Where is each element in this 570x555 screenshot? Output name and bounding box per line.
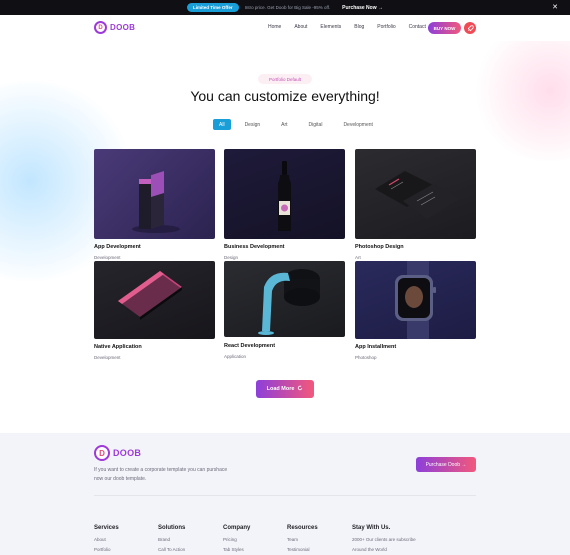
portfolio-image-business-development[interactable] (224, 149, 345, 239)
card-title[interactable]: App Development (94, 244, 141, 250)
footer-link[interactable]: Portfolio (94, 547, 119, 552)
footer-column-solutions: Solutions Brand Call To Action (158, 525, 185, 555)
card-title[interactable]: Business Development (224, 244, 285, 250)
footer-link[interactable]: Brand (158, 537, 185, 542)
footer-column-company: Company Pricing Tab Styles (223, 525, 250, 555)
purchase-doob-button[interactable]: Purchase Doob → (416, 457, 476, 472)
portfolio-image-app-development[interactable] (94, 149, 215, 239)
section-title: You can customize everything! (190, 88, 380, 104)
promo-bar: Limited Time Offer Intro price. Get Doob… (0, 0, 570, 15)
nav-item-portfolio[interactable]: Portfolio (377, 24, 395, 30)
footer-column-resources: Resources Team Testimonial (287, 525, 318, 555)
card-category: Art (355, 255, 361, 260)
filter-all[interactable]: All (213, 119, 231, 130)
footer-column-stay-with-us: Stay With Us. 2000+ Our clients are subs… (352, 525, 416, 555)
column-title: Resources (287, 525, 318, 531)
card-title[interactable]: Native Application (94, 344, 142, 350)
footer-logo[interactable]: D DOOB (94, 445, 141, 461)
column-title: Company (223, 525, 251, 531)
card-category: Development (94, 255, 121, 260)
load-more-label: Load More (266, 386, 295, 392)
nav-item-elements[interactable]: Elements (320, 24, 341, 30)
nav-item-home[interactable]: Home (268, 24, 281, 30)
logo-mark-icon: D (94, 21, 107, 34)
filter-art[interactable]: Art (274, 119, 294, 130)
footer-text: 2000+ Our clients are subscribe (352, 537, 416, 542)
footer-link[interactable]: About (94, 537, 119, 542)
card-category: Application (224, 354, 247, 359)
card-category: Development (94, 355, 121, 360)
portfolio-image-react-development[interactable] (224, 261, 345, 337)
logo-text: DOOB (110, 23, 136, 32)
column-title: Solutions (158, 525, 186, 531)
portfolio-image-app-installment[interactable] (355, 261, 476, 339)
nav-item-blog[interactable]: Blog (354, 24, 364, 30)
nav-item-contact[interactable]: Contact (409, 24, 426, 30)
card-title[interactable]: App Installment (355, 344, 396, 350)
site-header: D DOOB Home About Elements Blog Portfoli… (0, 15, 570, 41)
nav-item-about[interactable]: About (294, 24, 307, 30)
load-more-button[interactable]: Load More (256, 380, 314, 398)
card-title[interactable]: Photoshop Design (355, 244, 404, 250)
refresh-icon (297, 385, 303, 393)
arrow-right-icon: → (378, 4, 383, 11)
filter-digital[interactable]: Digital (302, 119, 330, 130)
logo-text: DOOB (113, 448, 142, 458)
rocket-icon[interactable] (464, 22, 476, 34)
column-title: Services (94, 525, 119, 531)
logo-mark-icon: D (94, 445, 110, 461)
portfolio-image-photoshop-design[interactable] (355, 149, 476, 239)
buy-now-button[interactable]: BUY NOW (428, 22, 461, 34)
portfolio-filters: All Design Art Digital Development (213, 119, 387, 130)
close-icon[interactable]: ✕ (552, 3, 558, 11)
footer-link[interactable]: Pricing (223, 537, 250, 542)
footer-link[interactable]: Testimonial (287, 547, 318, 552)
filter-development[interactable]: Development (336, 119, 379, 130)
portfolio-image-native-application[interactable] (94, 261, 215, 339)
footer-column-services: Services About Portfolio (94, 525, 119, 555)
promo-message: Intro price. Get Doob for Big Sale -95% … (244, 5, 331, 10)
footer-divider (94, 495, 476, 496)
card-category: Photoshop (355, 355, 377, 360)
footer-link[interactable]: Call To Action (158, 547, 185, 552)
filter-design[interactable]: Design (238, 119, 268, 130)
card-category: Design (224, 255, 239, 260)
section-eyebrow: Portfolio Default (258, 74, 312, 84)
logo[interactable]: D DOOB (94, 21, 135, 34)
footer-link[interactable]: Team (287, 537, 318, 542)
column-title: Stay With Us. (352, 525, 391, 531)
site-footer: D DOOB If you want to create a corporate… (0, 433, 570, 555)
footer-description: If you want to create a corporate templa… (94, 467, 228, 482)
card-title[interactable]: React Development (224, 343, 275, 349)
footer-link[interactable]: Tab Styles (223, 547, 250, 552)
portfolio-section: Portfolio Default You can customize ever… (0, 41, 570, 433)
promo-badge: Limited Time Offer (186, 3, 239, 12)
footer-text: Around the World (352, 547, 387, 552)
main-nav: Home About Elements Blog Portfolio Conta… (268, 24, 439, 30)
purchase-now-link[interactable]: Purchase Now → (342, 5, 383, 11)
